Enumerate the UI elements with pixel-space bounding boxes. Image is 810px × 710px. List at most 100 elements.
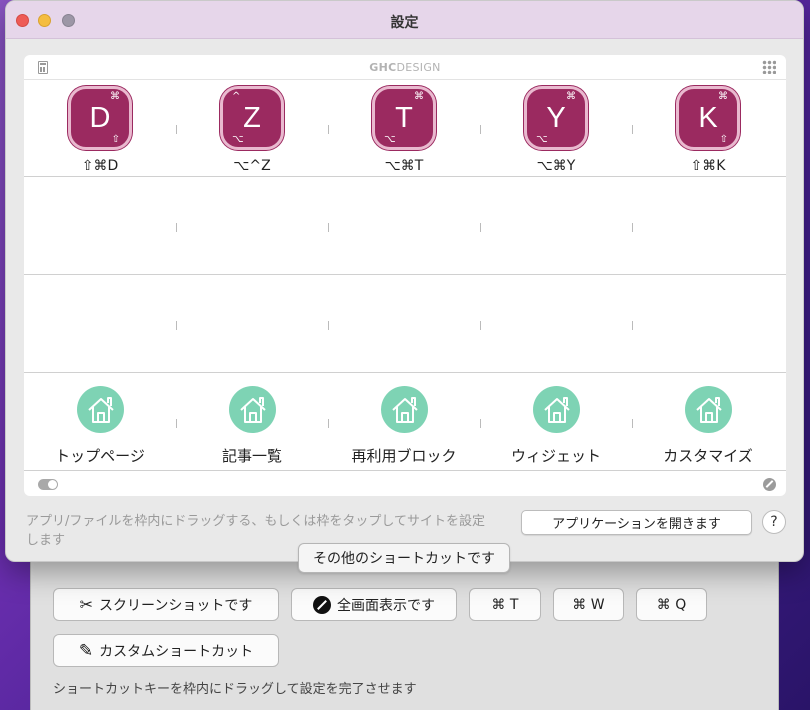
card-header: GHCDESIGN [24,55,786,80]
site-shortcut-label: 再利用ブロック [351,447,457,465]
empty-shortcut-cell[interactable] [24,178,176,275]
modifier-glyph: ⌥ [536,134,548,145]
empty-shortcut-cell[interactable] [176,276,328,373]
shortcut-row-3 [24,276,786,373]
card-footer [24,473,786,496]
empty-shortcut-cell[interactable] [480,178,632,275]
titlebar: 設定 [6,1,803,39]
shortcut-cell[interactable]: K ⌘ ⇧ ⇧⌘K [632,80,784,177]
site-shortcut-cell[interactable]: 再利用ブロック [328,374,480,471]
shortcut-row-1: D ⌘ ⇧ ⇧⌘D Z ^ ⌥ ⌥^Z T ⌘ ⌥ ⌥⌘T Y ⌘ ⌥ ⌥⌘Y K ⌘ ⇧ ⇧⌘K [24,80,786,177]
toggle-icon[interactable] [38,479,58,490]
cell-separator [176,321,177,330]
site-shortcut-cell[interactable]: ウィジェット [480,374,632,471]
logo-bold: GHC [369,61,397,74]
key-tile-icon: Z ^ ⌥ [220,86,284,150]
ghc-design-logo: GHCDESIGN [24,61,786,74]
window-title: 設定 [390,15,419,31]
cell-separator [480,223,481,232]
key-letter: T [395,102,413,134]
blocked-icon[interactable] [763,478,776,491]
empty-shortcut-cell[interactable] [632,178,784,275]
modifier-glyph: ⌥ [384,134,396,145]
site-shortcut-label: ウィジェット [510,447,601,465]
screenshot-label: スクリーンショットです [99,597,253,614]
cell-separator [176,223,177,232]
cell-separator [328,223,329,232]
other-shortcuts-button[interactable]: その他のショートカットです [298,543,510,573]
site-shortcut-cell[interactable]: カスタマイズ [632,374,784,471]
cell-separator [328,321,329,330]
cell-separator [328,125,329,134]
screenshot-button[interactable]: ✂ スクリーンショットです [53,588,279,621]
cell-separator [480,321,481,330]
home-icon [533,386,580,433]
modifier-glyph: ⌘ [566,91,576,102]
key-tile-icon: T ⌘ ⌥ [372,86,436,150]
cell-separator [632,419,633,428]
key-letter: Z [243,102,261,134]
site-shortcut-cell[interactable]: トップページ [24,374,176,471]
shortcut-row-2 [24,178,786,275]
fullscreen-label: 全画面表示です [337,597,435,614]
shortcut-label: ⇧⌘K [690,158,726,174]
home-icon [685,386,732,433]
key-letter: Y [546,102,566,134]
cell-separator [632,125,633,134]
cmd-w-label: ⌘ W [572,596,605,613]
key-letter: K [698,102,718,134]
modifier-glyph: ⌘ [110,91,120,102]
shortcut-label: ⌥⌘Y [536,158,576,174]
custom-shortcut-button[interactable]: ✎ カスタムショートカット [53,634,279,667]
key-tile-icon: Y ⌘ ⌥ [524,86,588,150]
site-shortcut-label: カスタマイズ [663,447,753,465]
scissors-icon: ✂ [79,595,94,614]
modifier-glyph: ⇧ [111,134,120,145]
shortcut-cell[interactable]: Y ⌘ ⌥ ⌥⌘Y [480,80,632,177]
grid-icon[interactable] [762,60,776,74]
shortcut-cell[interactable]: Z ^ ⌥ ⌥^Z [176,80,328,177]
modifier-glyph: ⌘ [718,91,728,102]
cmd-t-button[interactable]: ⌘ T [469,588,541,621]
cell-separator [480,419,481,428]
cmd-q-button[interactable]: ⌘ Q [636,588,707,621]
empty-shortcut-cell[interactable] [328,178,480,275]
no-entry-icon [313,595,331,614]
site-shortcut-cell[interactable]: 記事一覧 [176,374,328,471]
empty-shortcut-cell[interactable] [24,276,176,373]
home-icon [77,386,124,433]
cell-separator [176,125,177,134]
cell-separator [328,419,329,428]
site-shortcut-label: トップページ [55,447,145,465]
fullscreen-button[interactable]: 全画面表示です [291,588,457,621]
home-icon [229,386,276,433]
shortcut-label: ⇧⌘D [81,158,119,174]
cell-separator [632,321,633,330]
help-button[interactable]: ? [762,510,786,534]
key-tile-icon: K ⌘ ⇧ [676,86,740,150]
modifier-glyph: ⇧ [719,134,728,145]
cmd-t-label: ⌘ T [491,596,519,613]
settings-window: 設定 GHCDESIGN D ⌘ ⇧ ⇧⌘D Z ^ ⌥ ⌥^Z T ⌘ ⌥ ⌥⌘T Y ⌘ ⌥ ⌥⌘Y K ⌘ ⇧… [5,0,804,562]
cmd-w-button[interactable]: ⌘ W [553,588,624,621]
cell-separator [480,125,481,134]
empty-shortcut-cell[interactable] [176,178,328,275]
cell-separator [176,419,177,428]
shortcut-label: ⌥^Z [233,158,271,174]
home-icon [381,386,428,433]
open-application-button[interactable]: アプリケーションを開きます [521,510,752,535]
empty-shortcut-cell[interactable] [328,276,480,373]
custom-shortcut-label: カスタムショートカット [99,643,254,660]
logo-light: DESIGN [396,61,441,74]
empty-shortcut-cell[interactable] [632,276,784,373]
custom-shortcut-row: ✎ カスタムショートカット [53,634,279,667]
site-shortcut-label: 記事一覧 [221,447,282,465]
shortcut-label: ⌥⌘T [384,158,424,174]
modifier-glyph: ^ [232,91,241,102]
key-tile-icon: D ⌘ ⇧ [68,86,132,150]
cmd-q-label: ⌘ Q [656,596,687,613]
empty-shortcut-cell[interactable] [480,276,632,373]
shortcut-cell[interactable]: T ⌘ ⌥ ⌥⌘T [328,80,480,177]
shortcut-cell[interactable]: D ⌘ ⇧ ⇧⌘D [24,80,176,177]
key-letter: D [89,102,111,134]
